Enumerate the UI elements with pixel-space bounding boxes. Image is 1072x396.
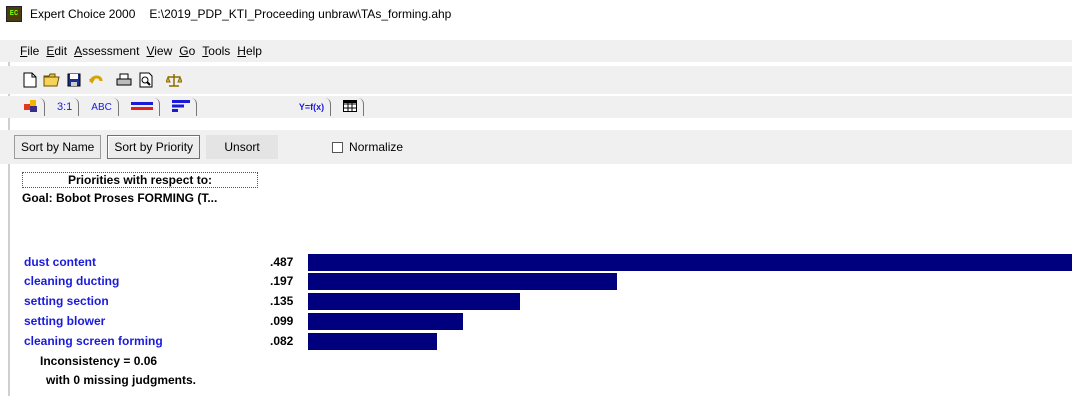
- app-logo-icon: EC: [6, 6, 22, 22]
- tab-sorted-bars[interactable]: [166, 98, 197, 116]
- normalize-label: Normalize: [349, 140, 404, 154]
- priority-label[interactable]: setting blower: [24, 314, 105, 328]
- priority-bar: [308, 313, 463, 330]
- menu-bar: File Edit Assessment View Go Tools Help: [0, 40, 1072, 62]
- priority-label[interactable]: setting section: [24, 294, 109, 308]
- grid-table-icon: [343, 99, 358, 115]
- sort-by-name-button[interactable]: Sort by Name: [14, 135, 102, 159]
- missing-judgments: with 0 missing judgments.: [46, 373, 197, 387]
- save-disk-icon[interactable]: [64, 70, 84, 90]
- balance-scale-icon[interactable]: [164, 70, 184, 90]
- priorities-pane: Priorities with respect to: Goal: Bobot …: [10, 164, 1072, 396]
- menu-tools[interactable]: Tools: [202, 44, 230, 58]
- app-name: Expert Choice 2000: [30, 7, 136, 21]
- priority-value: .197: [270, 274, 294, 288]
- priority-bar: [308, 333, 437, 350]
- priorities-header: Priorities with respect to:: [22, 172, 258, 188]
- unsort-button[interactable]: Unsort: [206, 135, 279, 159]
- priority-bar: [308, 273, 617, 290]
- menu-edit[interactable]: Edit: [46, 44, 67, 58]
- inconsistency-ratio: Inconsistency = 0.06: [40, 354, 158, 368]
- print-icon[interactable]: [114, 70, 134, 90]
- sorted-bars-icon: [171, 99, 190, 115]
- menu-view[interactable]: View: [146, 44, 172, 58]
- undo-icon[interactable]: [86, 70, 106, 90]
- mode-tabs: 3:1 ABC Y=f(x): [0, 96, 1072, 118]
- sort-by-priority-button[interactable]: Sort by Priority: [107, 135, 201, 159]
- goal-label: Goal: Bobot Proses FORMING (T...: [22, 191, 218, 205]
- priority-value: .487: [270, 255, 294, 269]
- priority-label[interactable]: cleaning ducting: [24, 274, 119, 288]
- priority-label[interactable]: cleaning screen forming: [24, 334, 163, 348]
- tab-model-view[interactable]: [18, 98, 45, 116]
- normalize-checkbox[interactable]: [332, 141, 344, 153]
- tab-pairwise-numeric[interactable]: 3:1: [51, 98, 80, 116]
- toolbar: [0, 66, 1072, 94]
- menu-help[interactable]: Help: [237, 44, 262, 58]
- title-bar: EC Expert Choice 2000 E:\2019_PDP_KTI_Pro…: [0, 0, 1072, 28]
- menu-assessment[interactable]: Assessment: [74, 44, 139, 58]
- priority-value: .135: [270, 294, 294, 308]
- sort-toolbar: Sort by Name Sort by Priority Unsort Nor…: [0, 130, 1072, 164]
- priority-bar: [308, 293, 520, 310]
- menu-file[interactable]: File: [20, 44, 39, 58]
- priority-value: .082: [270, 334, 294, 348]
- normalize-toggle[interactable]: Normalize: [332, 140, 403, 154]
- priority-value: .099: [270, 314, 294, 328]
- menu-go[interactable]: Go: [179, 44, 195, 58]
- priority-bar: [308, 254, 1072, 271]
- tab-verbal[interactable]: ABC: [85, 98, 119, 116]
- print-preview-icon[interactable]: [136, 70, 156, 90]
- open-folder-icon[interactable]: [42, 70, 62, 90]
- tab-graphical[interactable]: [125, 98, 160, 116]
- graphical-bars-icon: [130, 101, 153, 114]
- file-path: E:\2019_PDP_KTI_Proceeding unbraw\TAs_fo…: [149, 7, 452, 21]
- window-title: Expert Choice 2000 E:\2019_PDP_KTI_Procee…: [30, 7, 451, 21]
- cubes-icon: [24, 99, 38, 115]
- priority-label[interactable]: dust content: [24, 255, 96, 269]
- tab-formula[interactable]: Y=f(x): [293, 98, 332, 116]
- tab-grid[interactable]: [337, 98, 365, 116]
- new-file-icon[interactable]: [20, 70, 40, 90]
